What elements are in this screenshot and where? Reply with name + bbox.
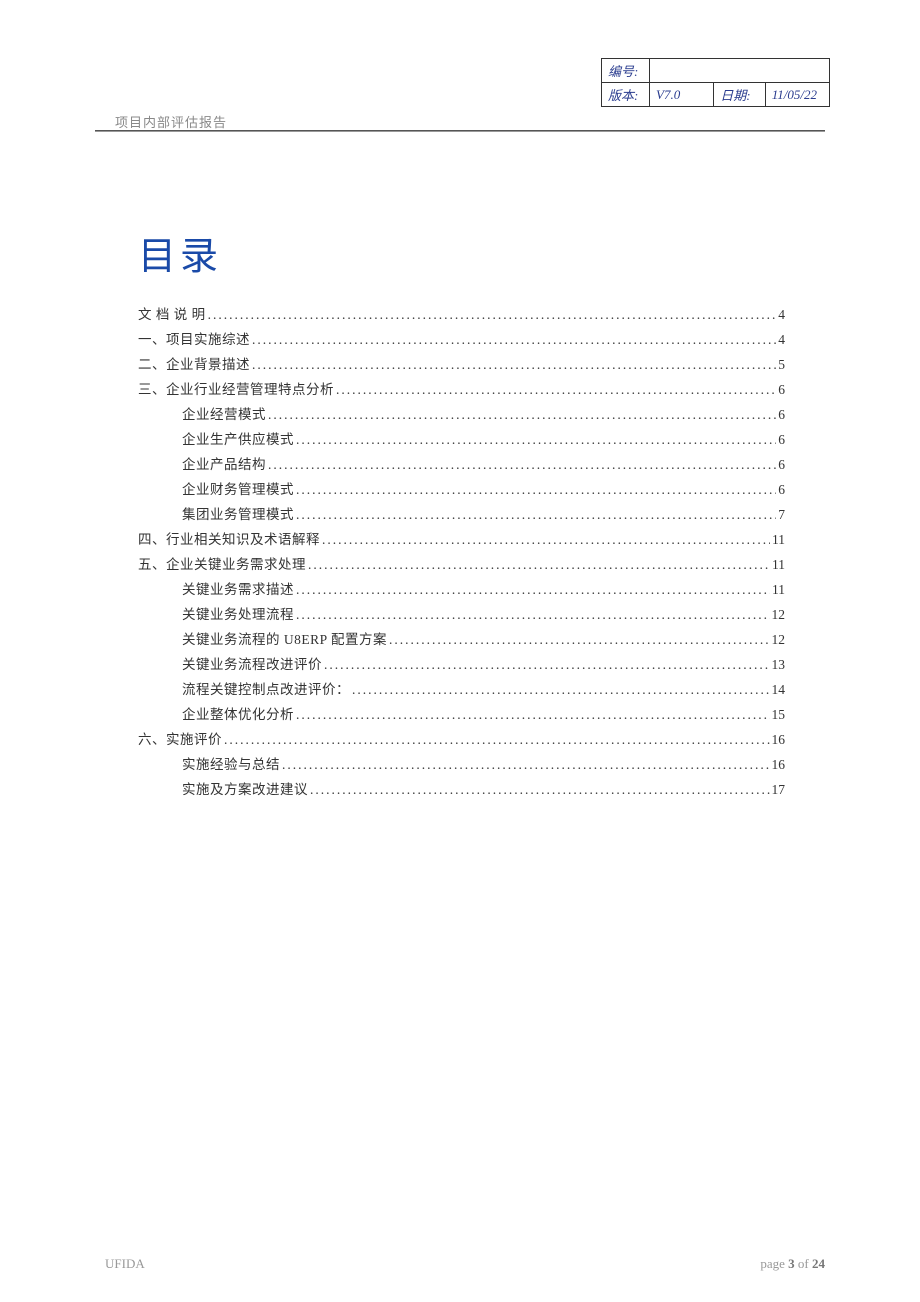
toc-entry: 流程关键控制点改进评价： 14: [138, 677, 785, 702]
toc-entry-page: 13: [770, 652, 786, 677]
toc-leaders: [334, 377, 776, 402]
toc-entry: 集团业务管理模式 7: [138, 502, 785, 527]
meta-version-label: 版本:: [602, 83, 650, 107]
meta-date-label: 日期:: [714, 83, 765, 107]
toc-entry-page: 15: [770, 702, 786, 727]
toc-entry-page: 6: [776, 377, 785, 402]
header-rule: [95, 130, 825, 132]
toc-entry-page: 6: [776, 477, 785, 502]
toc-entry-page: 5: [776, 352, 785, 377]
toc-leaders: [294, 427, 776, 452]
toc-entry: 企业生产供应模式 6: [138, 427, 785, 452]
toc-entry-page: 6: [776, 452, 785, 477]
toc-entry-label: 关键业务需求描述: [182, 577, 294, 602]
header-doc-label: 项目内部评估报告: [115, 112, 227, 131]
toc-leaders: [308, 777, 770, 802]
page-footer: UFIDA page 3 of 24: [105, 1256, 825, 1272]
toc-leaders: [294, 502, 776, 527]
toc-entry: 四、行业相关知识及术语解释 11: [138, 527, 785, 552]
toc-entry: 关键业务需求描述 11: [138, 577, 785, 602]
toc-leaders: [250, 352, 776, 377]
toc-entry: 企业经营模式 6: [138, 402, 785, 427]
footer-left: UFIDA: [105, 1256, 145, 1272]
toc-leaders: [266, 452, 776, 477]
toc-entry-page: 16: [770, 752, 786, 777]
toc-entry: 企业产品结构 6: [138, 452, 785, 477]
toc-entry-page: 16: [770, 727, 786, 752]
toc-leaders: [280, 752, 770, 777]
toc-entry-label: 实施经验与总结: [182, 752, 280, 777]
toc-leaders: [320, 527, 770, 552]
toc: 目录 文 档 说 明4一、项目实施综述4二、企业背景描述5三、企业行业经营管理特…: [138, 225, 785, 802]
toc-entry-page: 14: [770, 677, 786, 702]
toc-entry: 企业整体优化分析 15: [138, 702, 785, 727]
toc-entry-label: 二、企业背景描述: [138, 352, 250, 377]
toc-leaders: [306, 552, 770, 577]
meta-number-label: 编号:: [602, 59, 650, 83]
header-meta-table: 编号: 版本: V7.0 日期: 11/05/22: [601, 58, 830, 107]
toc-leaders: [294, 702, 770, 727]
document-page: 编号: 版本: V7.0 日期: 11/05/22 项目内部评估报告 目录 文 …: [0, 0, 920, 1302]
toc-entry: 三、企业行业经营管理特点分析 6: [138, 377, 785, 402]
toc-entry-label: 企业财务管理模式: [182, 477, 294, 502]
toc-leaders: [266, 402, 776, 427]
toc-entry: 六、实施评价 16: [138, 727, 785, 752]
toc-entries: 文 档 说 明4一、项目实施综述4二、企业背景描述5三、企业行业经营管理特点分析…: [138, 302, 785, 802]
meta-date-value: 11/05/22: [765, 83, 829, 107]
toc-entry-label: 一、项目实施综述: [138, 327, 250, 352]
toc-entry-page: 11: [770, 577, 785, 602]
toc-entry: 一、项目实施综述 4: [138, 327, 785, 352]
meta-version-value: V7.0: [650, 83, 714, 107]
toc-entry-page: 11: [770, 527, 785, 552]
toc-entry-label: 六、实施评价: [138, 727, 222, 752]
footer-page-sep: of: [795, 1256, 812, 1271]
toc-entry: 关键业务流程改进评价 13: [138, 652, 785, 677]
toc-title: 目录: [138, 225, 785, 280]
toc-entry-label: 流程关键控制点改进评价：: [182, 677, 350, 702]
toc-entry: 企业财务管理模式 6: [138, 477, 785, 502]
toc-entry-page: 17: [770, 777, 786, 802]
toc-entry-label: 关键业务流程的 U8ERP 配置方案: [182, 627, 387, 652]
footer-page: page 3 of 24: [760, 1256, 825, 1272]
toc-entry-page: 12: [770, 602, 786, 627]
toc-leaders: [206, 302, 777, 327]
toc-leaders: [294, 602, 770, 627]
toc-entry-label: 四、行业相关知识及术语解释: [138, 527, 320, 552]
toc-leaders: [387, 627, 769, 652]
toc-leaders: [350, 677, 770, 702]
toc-entry: 实施及方案改进建议 17: [138, 777, 785, 802]
footer-page-prefix: page: [760, 1256, 788, 1271]
toc-entry-label: 文 档 说 明: [138, 302, 206, 327]
toc-leaders: [322, 652, 770, 677]
toc-entry-label: 企业产品结构: [182, 452, 266, 477]
toc-entry: 关键业务流程的 U8ERP 配置方案 12: [138, 627, 785, 652]
toc-entry-page: 6: [776, 427, 785, 452]
toc-entry-page: 4: [776, 327, 785, 352]
toc-entry-page: 6: [776, 402, 785, 427]
meta-number-value: [650, 59, 830, 83]
toc-leaders: [222, 727, 770, 752]
toc-entry-page: 7: [776, 502, 785, 527]
toc-leaders: [294, 477, 776, 502]
toc-entry-label: 实施及方案改进建议: [182, 777, 308, 802]
toc-entry: 实施经验与总结 16: [138, 752, 785, 777]
toc-entry-label: 企业生产供应模式: [182, 427, 294, 452]
toc-entry: 五、企业关键业务需求处理 11: [138, 552, 785, 577]
toc-entry-label: 关键业务流程改进评价: [182, 652, 322, 677]
footer-page-total: 24: [812, 1256, 825, 1271]
toc-leaders: [294, 577, 770, 602]
toc-entry-page: 4: [776, 302, 785, 327]
toc-entry-page: 11: [770, 552, 785, 577]
toc-entry-label: 企业整体优化分析: [182, 702, 294, 727]
toc-entry-label: 关键业务处理流程: [182, 602, 294, 627]
toc-entry: 关键业务处理流程 12: [138, 602, 785, 627]
toc-entry-label: 企业经营模式: [182, 402, 266, 427]
toc-entry: 二、企业背景描述 5: [138, 352, 785, 377]
toc-entry-label: 五、企业关键业务需求处理: [138, 552, 306, 577]
toc-leaders: [250, 327, 776, 352]
toc-entry-label: 集团业务管理模式: [182, 502, 294, 527]
toc-entry-page: 12: [770, 627, 786, 652]
toc-entry: 文 档 说 明 4: [138, 302, 785, 327]
toc-entry-label: 三、企业行业经营管理特点分析: [138, 377, 334, 402]
